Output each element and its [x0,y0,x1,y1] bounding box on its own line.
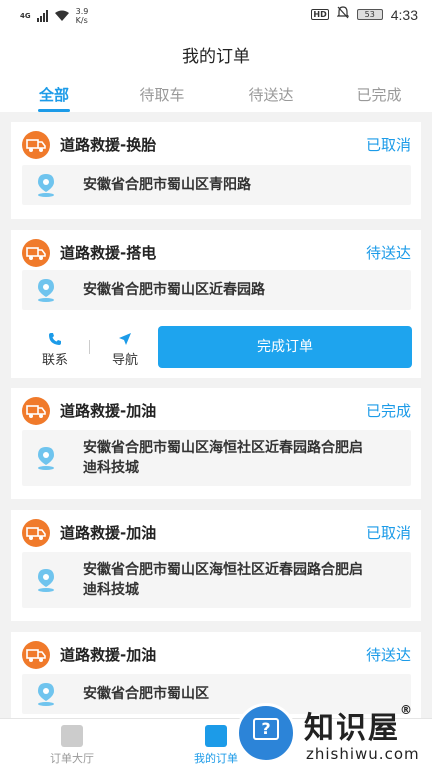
service-name: 道路救援-换胎 [60,136,157,154]
tow-truck-icon [22,641,50,669]
order-card-header: 道路救援-搭电 待送达 [11,230,421,270]
location-pin-icon [36,446,56,470]
location-pin-icon [36,278,56,302]
order-status: 已完成 [365,402,411,420]
tow-truck-icon [22,131,50,159]
network-type: 4G [20,12,31,20]
order-tabs: 全部 待取车 待送达 已完成 [0,84,432,112]
address-line: 迪科技城 [83,460,139,476]
order-list[interactable]: 道路救援-换胎 已取消 安徽省合肥市蜀山区青阳路 道路救援-搭电 待送达 安徽省… [0,112,432,718]
location-pin-icon [36,682,56,706]
address-box: 安徽省合肥市蜀山区海恒社区近春园路合肥启 迪科技城 [22,552,411,608]
order-status: 已取消 [365,136,411,154]
complete-order-button[interactable]: 完成订单 [158,326,412,368]
order-status: 待送达 [365,646,411,664]
tab-pending-pickup[interactable]: 待取车 [112,84,212,105]
navigation-arrow-icon [119,333,131,345]
tab-order-hall[interactable]: 订单大厅 [32,725,112,766]
tab-my-orders-label: 我的订单 [194,752,238,765]
order-card[interactable]: 道路救援-换胎 已取消 安徽省合肥市蜀山区青阳路 [11,122,421,219]
location-pin-icon [36,173,56,197]
address-line: 安徽省合肥市蜀山区 [83,686,209,702]
watermark-title-text: 知识屋 [304,711,400,746]
address-text: 安徽省合肥市蜀山区海恒社区近春园路合肥启 迪科技城 [83,560,403,600]
mute-icon [336,6,350,23]
order-card[interactable]: 道路救援-搭电 待送达 安徽省合肥市蜀山区近春园路 联系 导航 完成订单 [11,230,421,378]
address-text: 安徽省合肥市蜀山区 [83,684,403,704]
order-card[interactable]: 道路救援-加油 已取消 安徽省合肥市蜀山区海恒社区近春园路合肥启 迪科技城 [11,510,421,621]
order-card-header: 道路救援-加油 已取消 [11,510,421,550]
action-divider [89,340,90,354]
speed-unit: K/s [75,16,88,25]
network-speed: 3.9 K/s [76,7,89,25]
signal-icon [36,10,48,22]
service-name: 道路救援-加油 [60,646,157,664]
contact-label: 联系 [41,353,68,368]
order-card-header: 道路救援-加油 已完成 [11,388,421,428]
status-left: 4G 3.9 K/s [20,7,88,25]
tab-order-hall-label: 订单大厅 [50,752,94,765]
order-card[interactable]: 道路救援-加油 已完成 安徽省合肥市蜀山区海恒社区近春园路合肥启 迪科技城 [11,388,421,499]
service-name: 道路救援-加油 [60,402,157,420]
hd-badge: HD [311,9,329,20]
clipboard-icon [61,725,83,747]
tab-completed[interactable]: 已完成 [329,84,429,105]
wifi-icon [54,10,70,22]
address-box: 安徽省合肥市蜀山区海恒社区近春园路合肥启 迪科技城 [22,430,411,486]
contact-button[interactable]: 联系 [25,332,85,368]
order-card-header: 道路救援-换胎 已取消 [11,122,421,162]
clipboard-icon [205,725,227,747]
watermark: ? 知识屋® zhishiwu.com [236,703,432,768]
address-line: 安徽省合肥市蜀山区海恒社区近春园路合肥启 [83,562,363,578]
order-actions: 联系 导航 完成订单 [11,326,421,376]
order-status: 待送达 [365,244,411,262]
tow-truck-icon [22,239,50,267]
address-text: 安徽省合肥市蜀山区青阳路 [83,175,403,195]
battery-icon: 53 [356,9,383,20]
address-line: 迪科技城 [83,582,139,598]
service-name: 道路救援-搭电 [60,244,157,262]
address-line: 安徽省合肥市蜀山区青阳路 [83,177,251,193]
order-status: 已取消 [365,524,411,542]
speed-value: 3.9 [75,7,89,16]
address-box: 安徽省合肥市蜀山区青阳路 [22,165,411,205]
status-bar: 4G 3.9 K/s HD 53 4:33 [0,0,432,32]
page-title: 我的订单 [182,47,250,67]
navigate-label: 导航 [111,353,138,368]
watermark-url: zhishiwu.com [306,745,420,763]
address-line: 安徽省合肥市蜀山区海恒社区近春园路合肥启 [83,440,363,456]
location-pin-icon [36,568,56,592]
tab-all[interactable]: 全部 [4,84,104,105]
tow-truck-icon [22,397,50,425]
status-right: HD 53 4:33 [311,6,418,23]
address-text: 安徽省合肥市蜀山区近春园路 [83,280,403,300]
watermark-title: 知识屋® [304,703,414,747]
tab-pending-delivery[interactable]: 待送达 [221,84,321,105]
registered-mark: ® [400,703,414,717]
address-box: 安徽省合肥市蜀山区近春园路 [22,270,411,310]
clock: 4:33 [390,6,418,23]
order-card-header: 道路救援-加油 待送达 [11,632,421,672]
service-name: 道路救援-加油 [60,524,157,542]
address-text: 安徽省合肥市蜀山区海恒社区近春园路合肥启 迪科技城 [83,438,403,478]
navigate-button[interactable]: 导航 [95,332,155,368]
tow-truck-icon [22,519,50,547]
header: 我的订单 全部 待取车 待送达 已完成 [0,32,432,112]
monitor-question-icon: ? [236,703,296,763]
phone-icon [49,333,61,345]
address-line: 安徽省合肥市蜀山区近春园路 [83,282,265,298]
